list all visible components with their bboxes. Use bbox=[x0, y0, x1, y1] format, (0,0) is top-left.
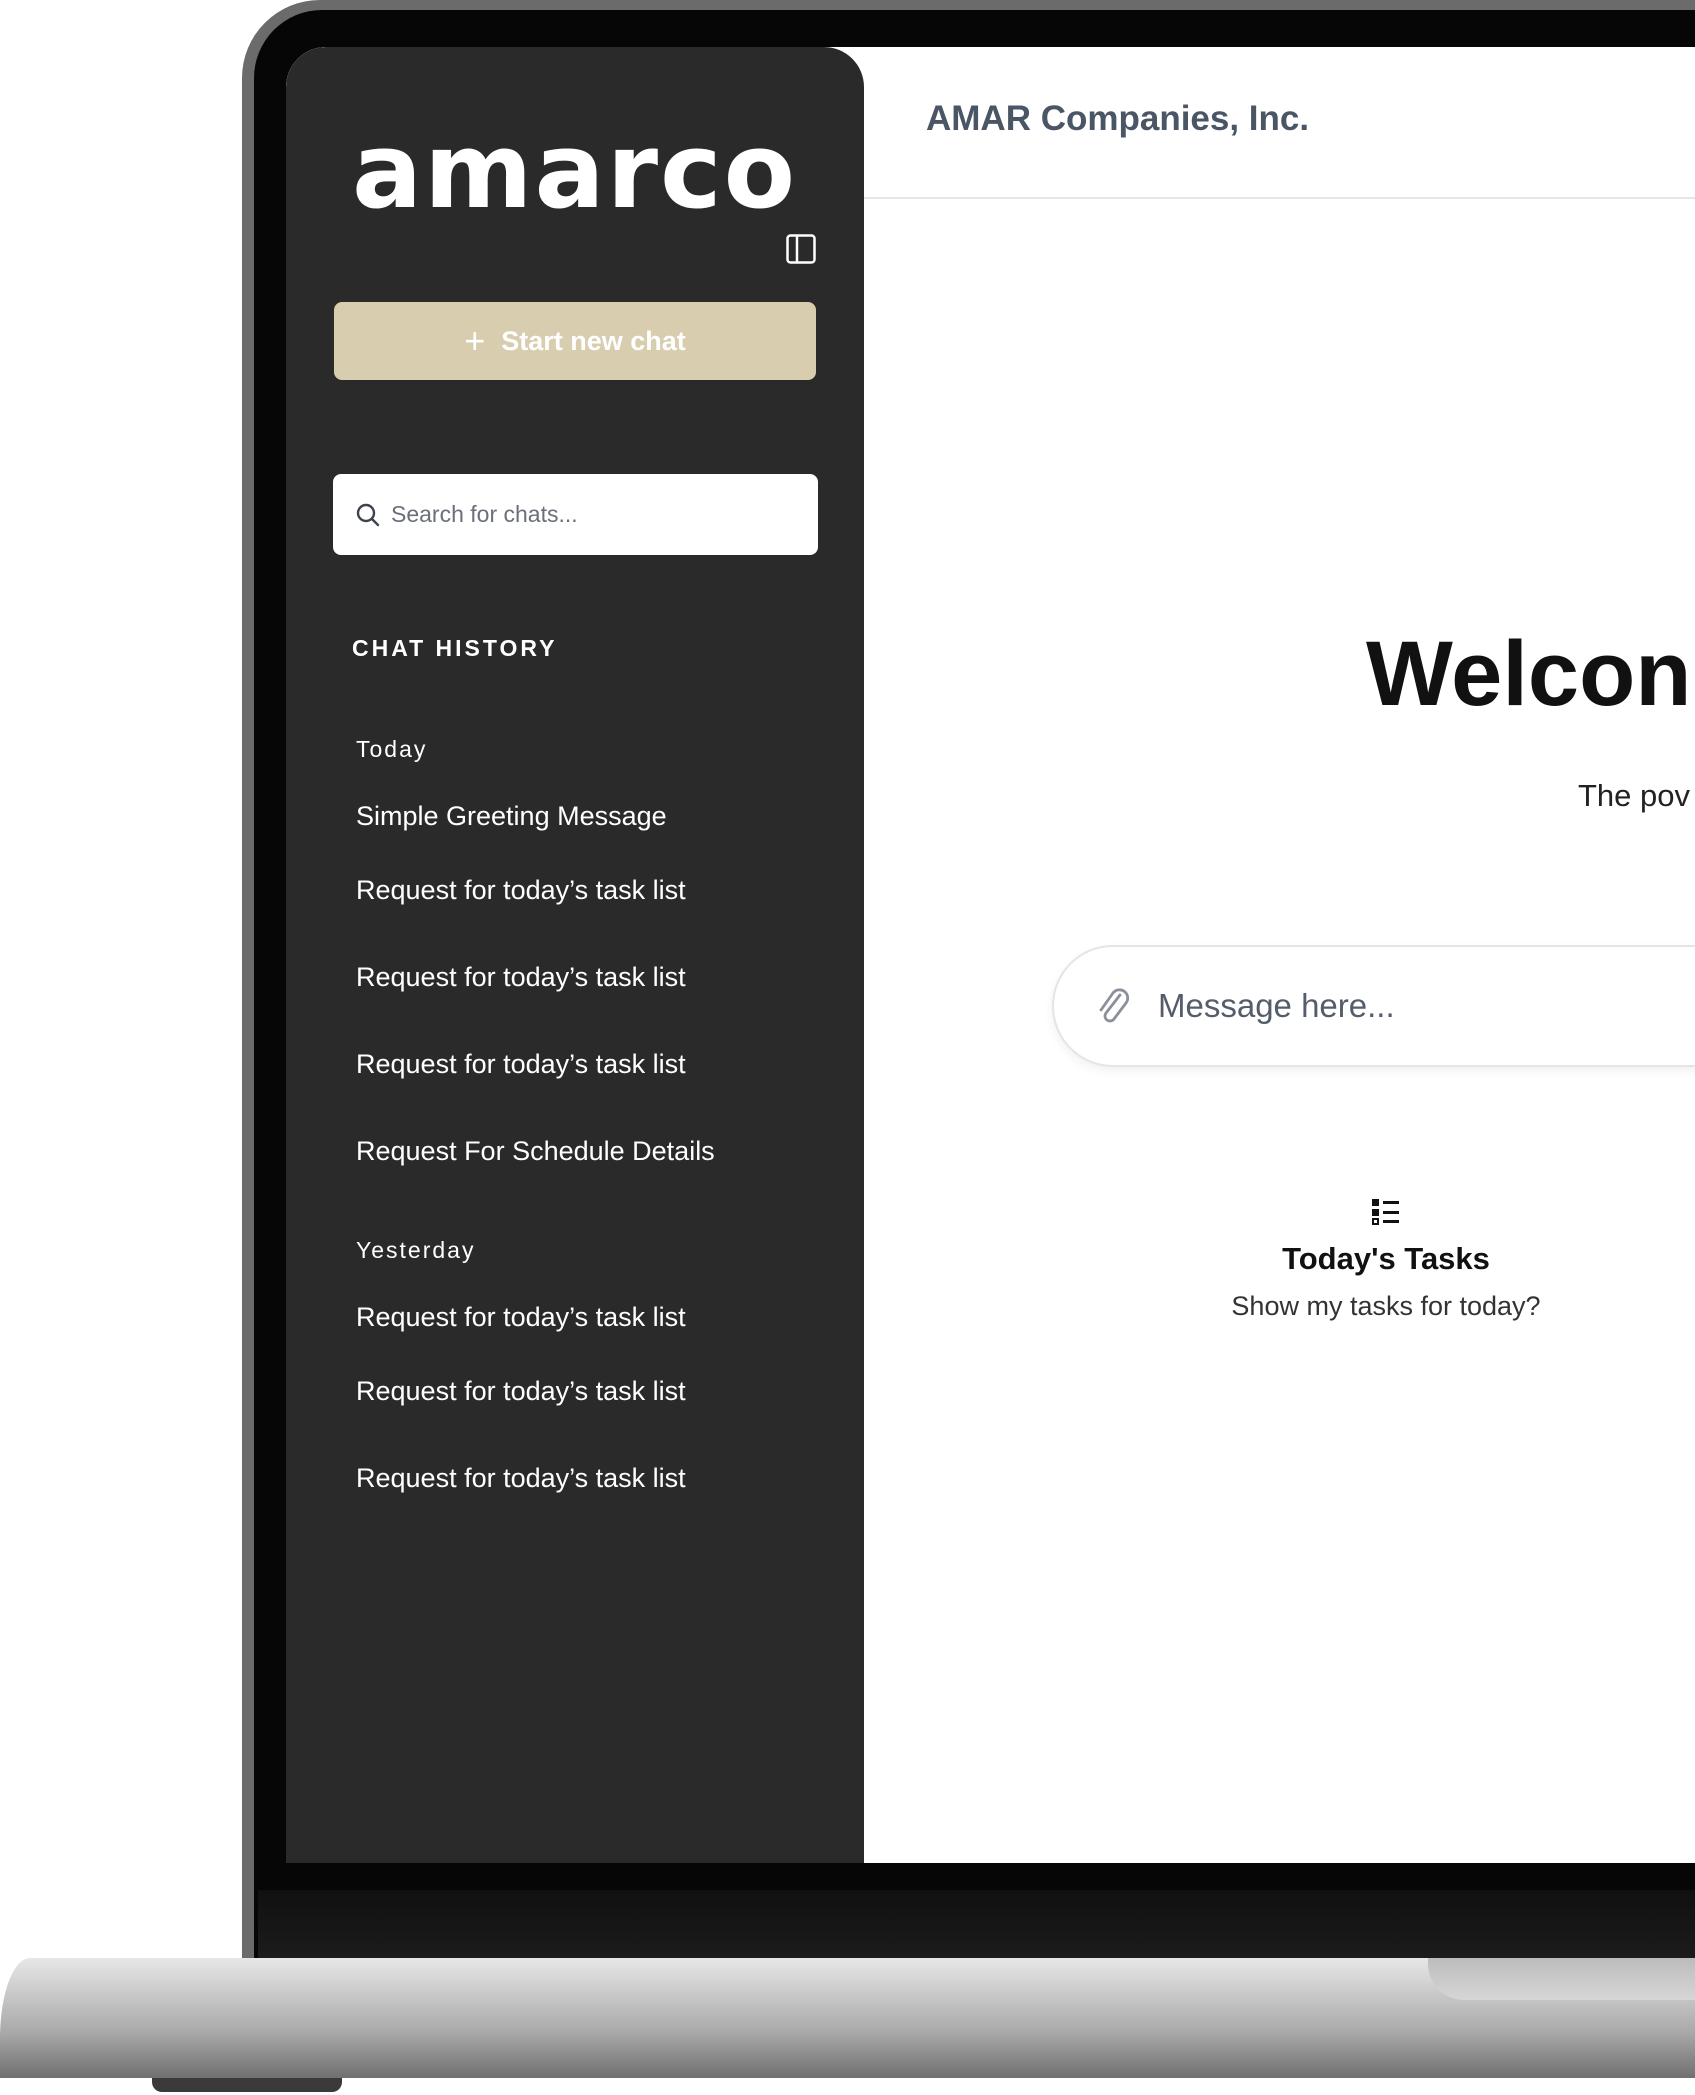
start-new-chat-button[interactable]: + Start new chat bbox=[334, 302, 816, 380]
todays-tasks-suggestion[interactable]: Today's Tasks Show my tasks for today? bbox=[1186, 1197, 1586, 1397]
task-card-title: Today's Tasks bbox=[1282, 1241, 1490, 1276]
history-group-yesterday: Yesterday bbox=[356, 1237, 476, 1263]
chat-history-item[interactable]: Request for today’s task list bbox=[356, 1270, 816, 1348]
laptop-chin bbox=[258, 1890, 1695, 1962]
chat-history-list: Today Simple Greeting Message Request fo… bbox=[356, 729, 816, 1522]
history-group-today: Today bbox=[356, 736, 428, 762]
chat-history-heading: CHAT HISTORY bbox=[352, 635, 558, 661]
welcome-heading: Welcon bbox=[1366, 623, 1692, 725]
plus-icon: + bbox=[464, 320, 486, 361]
message-input[interactable] bbox=[1158, 987, 1695, 1025]
company-name: AMAR Companies, Inc. bbox=[926, 99, 1310, 138]
chat-history-item[interactable]: Request for today’s task list bbox=[356, 847, 816, 934]
top-bar: AMAR Companies, Inc. bbox=[864, 47, 1695, 199]
app-screen: amarco + Start new chat CHAT HISTORY Tod… bbox=[286, 47, 1695, 1863]
chat-search bbox=[333, 474, 818, 555]
brand-logo: amarco bbox=[352, 110, 798, 232]
chat-history-item[interactable]: Simple Greeting Message bbox=[356, 769, 816, 847]
chat-history-item[interactable]: Request for today’s task list bbox=[356, 1348, 816, 1435]
chat-history-item[interactable]: Request For Schedule Details bbox=[356, 1108, 816, 1195]
message-composer bbox=[1052, 945, 1695, 1067]
list-icon bbox=[1372, 1199, 1399, 1225]
welcome-subtitle: The pov bbox=[1578, 778, 1691, 813]
laptop-foot bbox=[152, 2078, 342, 2092]
search-input[interactable] bbox=[391, 501, 811, 528]
chat-history-item[interactable]: Request for today’s task list bbox=[356, 1021, 816, 1108]
chat-history-item[interactable]: Request for today’s task list bbox=[356, 934, 816, 1021]
start-new-chat-label: Start new chat bbox=[501, 325, 686, 356]
search-icon bbox=[356, 503, 380, 526]
laptop-base-notch bbox=[1428, 1958, 1695, 2000]
task-card-description: Show my tasks for today? bbox=[1231, 1291, 1541, 1321]
sidebar: amarco + Start new chat CHAT HISTORY Tod… bbox=[286, 47, 864, 1863]
chat-history-item[interactable]: Request for today’s task list bbox=[356, 1435, 816, 1522]
sidebar-toggle-icon[interactable] bbox=[786, 234, 816, 264]
paperclip-icon[interactable] bbox=[1094, 986, 1132, 1026]
